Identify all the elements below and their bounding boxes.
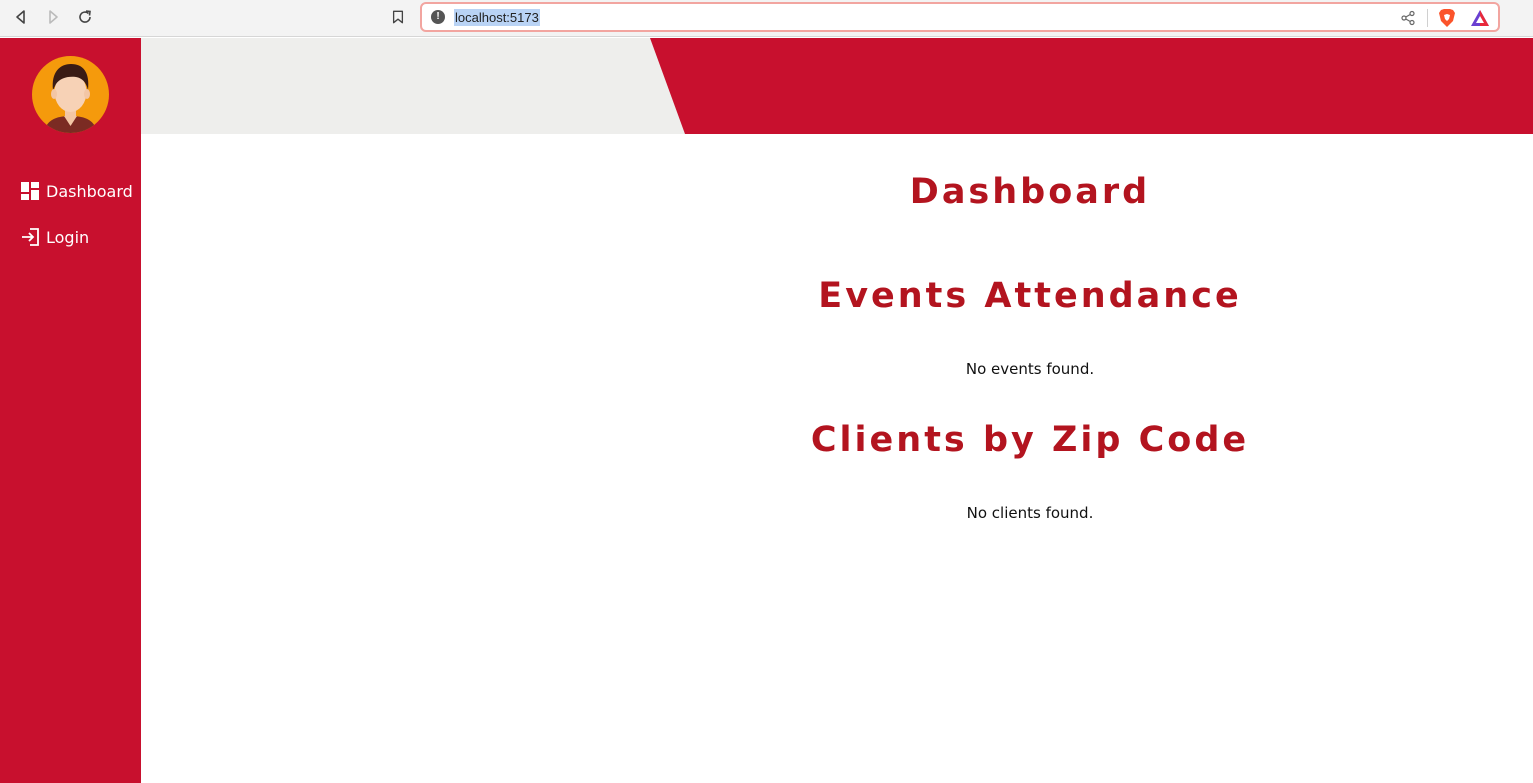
- reload-button[interactable]: [74, 6, 96, 28]
- back-icon: [16, 10, 25, 24]
- sidebar-item-login[interactable]: Login: [20, 225, 89, 249]
- url-text[interactable]: localhost:5173: [454, 9, 540, 26]
- events-empty-message: No events found.: [965, 360, 1095, 378]
- dashboard-icon: [21, 182, 39, 200]
- sidebar-item-label: Dashboard: [46, 181, 133, 201]
- header-banner: [141, 38, 1533, 134]
- clients-zip-heading: Clients by Zip Code: [810, 420, 1250, 460]
- share-icon[interactable]: [1400, 10, 1416, 26]
- clients-empty-message: No clients found.: [966, 504, 1094, 522]
- brave-shield-icon[interactable]: [1438, 8, 1456, 28]
- reload-icon: [79, 10, 91, 23]
- back-button[interactable]: [10, 6, 32, 28]
- browser-toolbar: ! localhost:5173: [0, 0, 1533, 37]
- forward-button[interactable]: [42, 6, 64, 28]
- login-icon: [22, 228, 39, 246]
- avatar[interactable]: [32, 56, 109, 133]
- sidebar-item-dashboard[interactable]: Dashboard: [20, 179, 133, 203]
- bookmark-icon: [392, 10, 404, 24]
- events-attendance-heading: Events Attendance: [818, 276, 1242, 316]
- address-bar[interactable]: ! localhost:5173: [420, 2, 1500, 32]
- info-icon[interactable]: !: [431, 10, 445, 24]
- brave-rewards-icon[interactable]: [1470, 9, 1490, 27]
- header-red-slant: [650, 38, 1533, 134]
- toolbar-divider: [1427, 9, 1428, 27]
- forward-icon: [49, 10, 58, 24]
- sidebar-item-label: Login: [46, 227, 90, 247]
- sidebar: Dashboard Login: [0, 38, 141, 783]
- bookmark-button[interactable]: [388, 6, 408, 28]
- page-title: Dashboard: [909, 172, 1151, 212]
- user-avatar-icon: [44, 64, 97, 133]
